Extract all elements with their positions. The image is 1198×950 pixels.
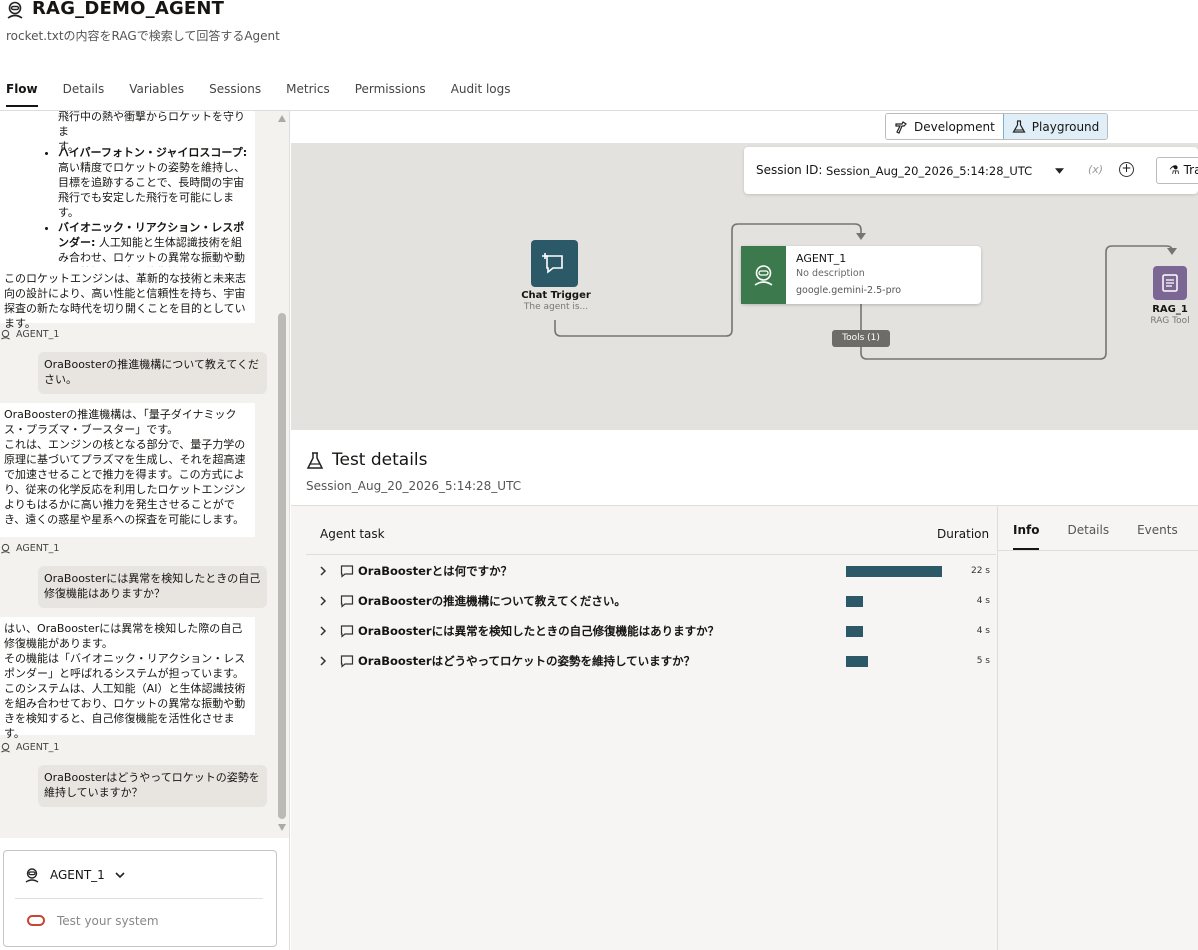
task-label: OraBoosterには異常を検知したときの自己修復機能はありますか？ <box>358 624 720 638</box>
task-header-divider <box>306 554 996 555</box>
agent-node-model: google.gemini-2.5-pro <box>796 285 902 296</box>
chat-trigger-name: Chat Trigger <box>521 290 591 301</box>
duration-bar <box>846 626 863 637</box>
trace-button[interactable]: ⚗ Tra <box>1156 157 1198 184</box>
task-row[interactable]: OraBoosterの推進機構について教えてください。 <box>316 591 996 611</box>
chevron-right-icon[interactable] <box>316 566 330 576</box>
session-label: Session ID: <box>756 163 823 177</box>
duration-bar <box>846 566 942 577</box>
chat-trigger-desc: The agent is... <box>523 302 589 312</box>
chevron-right-icon[interactable] <box>316 626 330 636</box>
task-label: OraBoosterとは何ですか？ <box>358 564 513 578</box>
variables-icon[interactable]: (x) <box>1088 163 1103 176</box>
duration-bar <box>846 656 868 667</box>
duration-value: 5 s <box>976 656 990 666</box>
chevron-right-icon[interactable] <box>316 596 330 606</box>
document-icon <box>1162 274 1178 292</box>
tools-badge[interactable]: Tools (1) <box>832 330 890 347</box>
rag-node-name: RAG_1 <box>1152 304 1188 315</box>
duration-header: Duration <box>937 527 990 541</box>
tab-details[interactable]: Details <box>1067 523 1109 537</box>
message-icon <box>340 565 354 578</box>
chevron-right-icon[interactable] <box>316 656 330 666</box>
tab-events[interactable]: Events <box>1137 523 1178 537</box>
section-divider <box>291 505 1198 506</box>
info-tab-bar: Info Details Events <box>1013 523 1198 550</box>
agent-node-name: AGENT_1 <box>796 252 847 265</box>
new-session-icon[interactable]: + <box>1119 162 1134 177</box>
task-label: OraBoosterはどうやってロケットの姿勢を維持していますか？ <box>358 654 696 668</box>
agent-task-header: Agent task <box>320 527 385 541</box>
chevron-down-icon[interactable] <box>1055 168 1064 174</box>
chat-trigger-node[interactable] <box>531 240 578 287</box>
info-panel-divider <box>997 506 998 950</box>
message-icon <box>340 655 354 668</box>
message-icon <box>340 625 354 638</box>
rag-node-desc: RAG Tool <box>1150 316 1190 326</box>
agent-icon <box>754 265 773 286</box>
duration-value: 4 s <box>976 596 990 606</box>
rag-node[interactable] <box>1153 266 1187 300</box>
test-details-session: Session_Aug_20_2026_5:14:28_UTC <box>306 479 522 493</box>
message-icon <box>340 595 354 608</box>
duration-value: 22 s <box>970 566 990 576</box>
task-label: OraBoosterの推進機構について教えてください。 <box>358 594 626 608</box>
agent-node-badge <box>741 246 786 304</box>
flask-icon <box>306 452 324 469</box>
duration-value: 4 s <box>976 626 990 636</box>
chat-trigger-icon <box>542 253 563 274</box>
flask-icon: ⚗ <box>1169 163 1180 177</box>
test-details-title: Test details <box>332 450 428 470</box>
task-row[interactable]: OraBoosterには異常を検知したときの自己修復機能はありますか？ <box>316 621 996 641</box>
trace-label: Tra <box>1183 163 1198 177</box>
duration-bar <box>846 596 863 607</box>
agent-node-desc: No description <box>796 268 865 279</box>
info-tabs-divider <box>998 550 1198 551</box>
task-row[interactable]: OraBoosterはどうやってロケットの姿勢を維持していますか？ <box>316 651 996 671</box>
session-select[interactable]: Session_Aug_20_2026_5:14:28_UTC <box>826 164 1032 178</box>
tab-info[interactable]: Info <box>1013 523 1040 550</box>
